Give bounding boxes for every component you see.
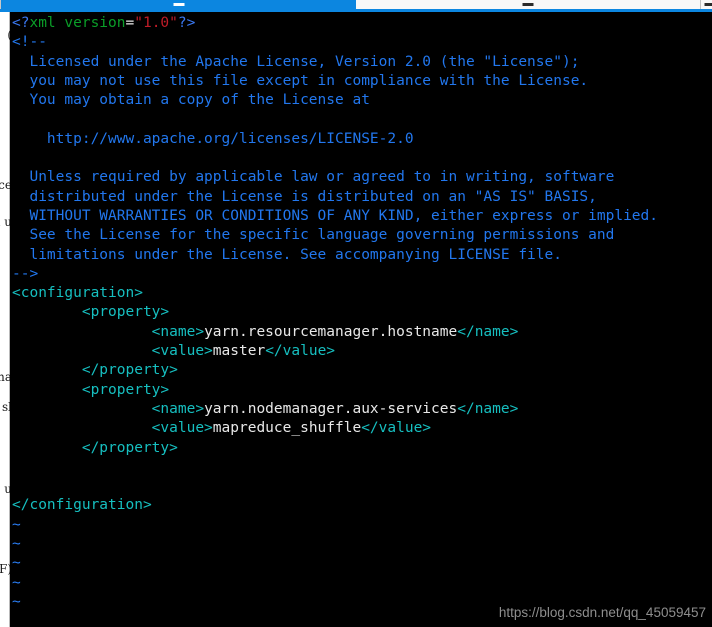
code-token: <name> [12, 323, 205, 340]
code-line: WITHOUT WARRANTIES OR CONDITIONS OF ANY … [10, 207, 712, 226]
code-line: <!-- [10, 33, 712, 52]
code-token: You may obtain a copy of the License at [12, 92, 370, 109]
code-line: you may not use this file except in comp… [10, 72, 712, 91]
code-line: ~ [10, 535, 712, 554]
code-token: ~ [12, 555, 21, 572]
code-token: <property> [12, 304, 170, 321]
code-token: distributed under the License is distrib… [12, 188, 597, 205]
code-line: ~ [10, 516, 712, 535]
code-line: ~ [10, 554, 712, 573]
vim-buffer[interactable]: <?xml version="1.0"?> <!-- Licensed under… [10, 12, 712, 627]
code-token: yarn.nodemanager.aux-services [204, 400, 458, 417]
code-line: <value>mapreduce_shuffle</value> [10, 419, 712, 438]
code-token: xml version [29, 15, 126, 31]
code-token: ~ [12, 516, 21, 533]
code-token: yarn.resourcemanager.hostname [204, 323, 458, 340]
code-token: = [125, 15, 135, 31]
code-token: <value> [12, 343, 213, 360]
code-token: Unless required by applicable law or agr… [12, 169, 615, 186]
code-line: <property> [10, 381, 712, 400]
code-token: limitations under the License. See accom… [12, 246, 562, 263]
window-minimize-mark-icon [173, 3, 184, 6]
watermark-url: https://blog.csdn.net/qq_45059457 [498, 605, 706, 620]
code-token: <? [12, 15, 30, 31]
code-token: </name> [457, 323, 519, 340]
code-token: </property> [12, 362, 178, 379]
code-token: <property> [12, 381, 170, 398]
code-token: WITHOUT WARRANTIES OR CONDITIONS OF ANY … [12, 207, 659, 224]
code-token: </configuration> [12, 497, 152, 514]
code-line: </property> [10, 439, 712, 458]
code-token: --> [12, 265, 39, 282]
code-line: <name>yarn.resourcemanager.hostname</nam… [10, 323, 712, 342]
code-line: limitations under the License. See accom… [10, 246, 712, 265]
code-line: --> [10, 265, 712, 284]
window-minimize-mark-icon [704, 3, 712, 6]
code-line: You may obtain a copy of the License at [10, 91, 712, 110]
code-token: mapreduce_shuffle [212, 420, 362, 437]
code-token: See the License for the specific languag… [12, 227, 615, 244]
screen: )cel unaslu(F <?xml version="1.0"?><!-- … [0, 0, 712, 627]
code-line: <?xml version="1.0"?> [10, 14, 712, 33]
code-token: <configuration> [12, 285, 143, 302]
code-token: master [212, 343, 266, 360]
code-line: <name>yarn.nodemanager.aux-services</nam… [10, 400, 712, 419]
code-line: </property> [10, 361, 712, 380]
code-line: ~ [10, 574, 712, 593]
code-token: </property> [12, 439, 178, 456]
code-line: Unless required by applicable law or agr… [10, 168, 712, 187]
code-line: <property> [10, 303, 712, 322]
code-token: Licensed under the Apache License, Versi… [12, 53, 580, 70]
code-token: ~ [12, 574, 21, 591]
code-line: <configuration> [10, 284, 712, 303]
code-line: See the License for the specific languag… [10, 226, 712, 245]
code-line: http://www.apache.org/licenses/LICENSE-2… [10, 130, 712, 149]
code-line: Licensed under the Apache License, Versi… [10, 53, 712, 72]
code-token: <name> [12, 400, 205, 417]
terminal-window[interactable]: <?xml version="1.0"?> <!-- Licensed under… [10, 12, 712, 627]
code-token: <value> [12, 420, 213, 437]
code-token: </name> [457, 400, 519, 417]
code-token: ?> [177, 15, 196, 31]
code-token: "1.0" [134, 15, 178, 31]
code-token: you may not use this file except in comp… [12, 72, 589, 89]
window-minimize-mark-icon [522, 3, 534, 6]
code-token: ~ [12, 536, 21, 553]
code-token: ~ [12, 593, 21, 610]
code-line: </configuration> [10, 496, 712, 515]
code-token: http://www.apache.org/licenses/LICENSE-2… [12, 130, 414, 147]
background-window-left-edge: )cel unaslu(F [0, 10, 12, 627]
code-line: distributed under the License is distrib… [10, 188, 712, 207]
code-line: <value>master</value> [10, 342, 712, 361]
code-token: <!-- [12, 34, 47, 51]
code-token: </value> [361, 420, 432, 437]
code-token: </value> [265, 343, 336, 360]
